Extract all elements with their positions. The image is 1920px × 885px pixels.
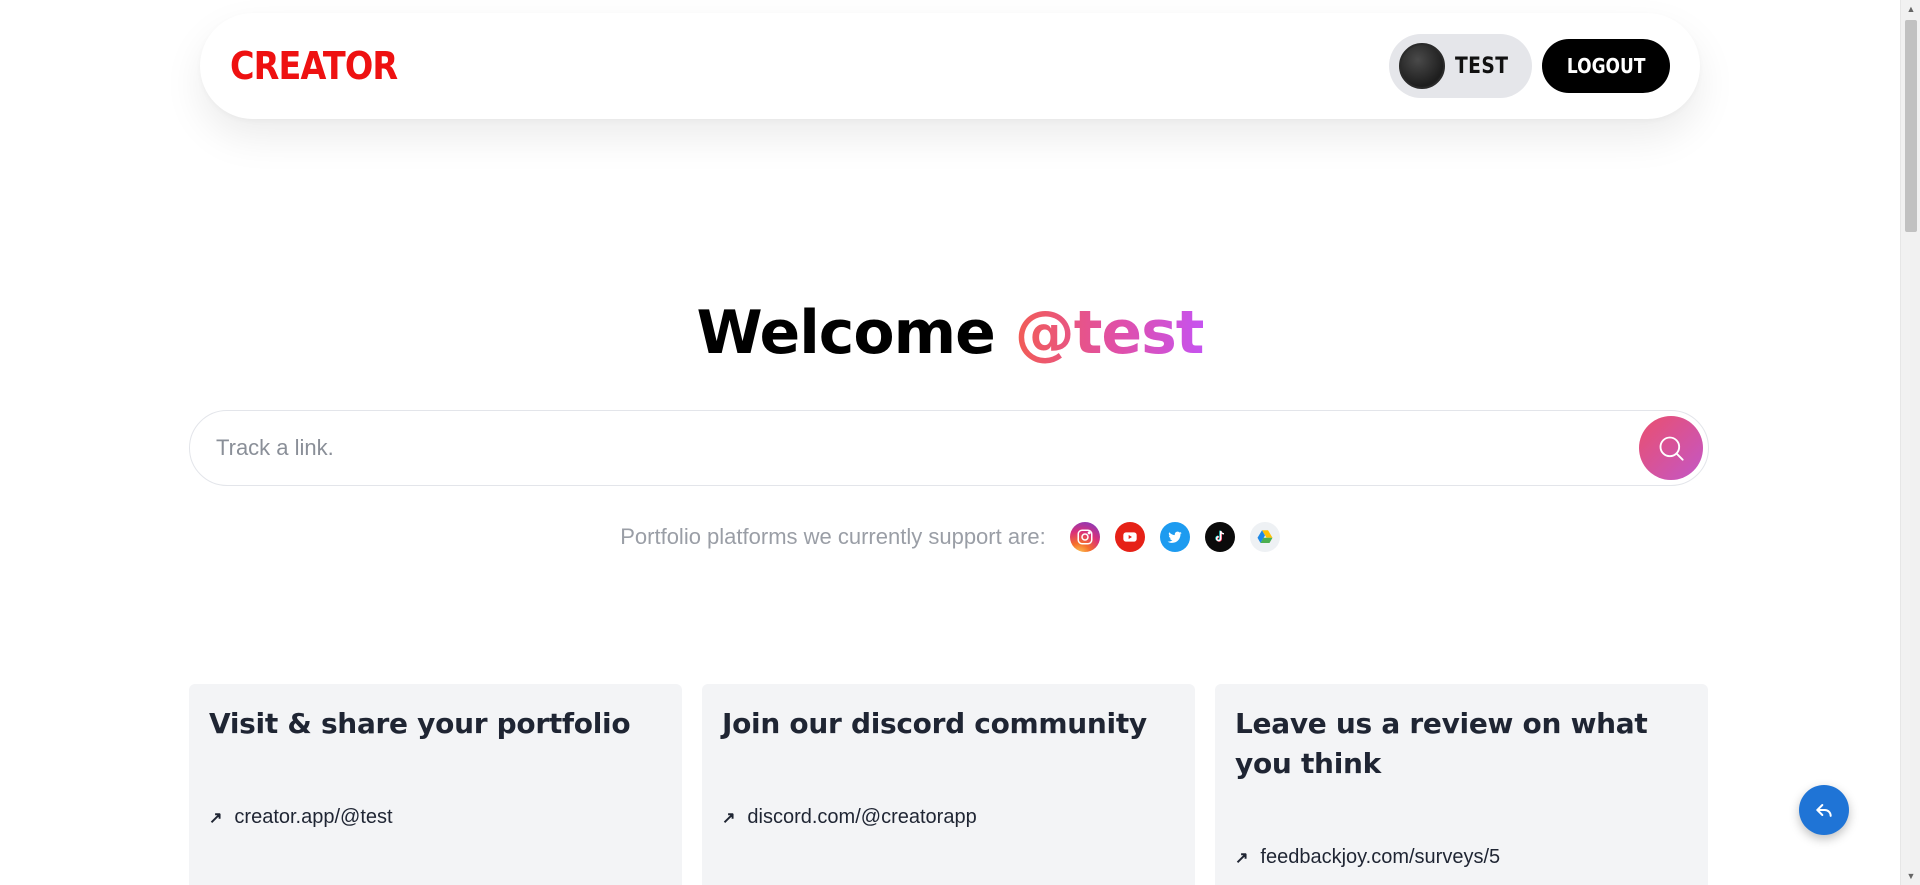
- platforms-label: Portfolio platforms we currently support…: [620, 524, 1046, 549]
- portfolio-card: Visit & share your portfolio ↗ creator.a…: [189, 684, 682, 885]
- page-scrollbar[interactable]: ▲ ▼: [1900, 0, 1920, 885]
- twitter-icon[interactable]: [1159, 522, 1190, 552]
- search-button[interactable]: [1639, 416, 1703, 480]
- review-card: Leave us a review on what you think ↗ fe…: [1215, 684, 1708, 885]
- logout-label: LOGOUT: [1566, 54, 1646, 78]
- instagram-icon[interactable]: [1069, 522, 1100, 552]
- feedback-fab[interactable]: [1799, 785, 1849, 835]
- card-title: Join our discord community: [722, 707, 1147, 740]
- scroll-thumb[interactable]: [1905, 20, 1917, 232]
- review-link[interactable]: ↗ feedbackjoy.com/surveys/5: [1235, 846, 1500, 869]
- platform-icons: [1069, 522, 1280, 552]
- external-arrow-icon: ↗: [722, 809, 736, 827]
- nav-actions: TEST LOGOUT: [1388, 34, 1670, 98]
- google-drive-icon[interactable]: [1249, 522, 1280, 552]
- user-profile-chip[interactable]: TEST: [1388, 34, 1532, 98]
- card-title: Visit & share your portfolio: [209, 707, 631, 740]
- brand-logo[interactable]: CREATOR: [230, 44, 398, 88]
- discord-link[interactable]: ↗ discord.com/@creatorapp: [722, 806, 977, 829]
- external-arrow-icon: ↗: [209, 809, 223, 827]
- page-title: Welcome @test: [0, 298, 1900, 368]
- avatar: [1398, 43, 1445, 89]
- supported-platforms: Portfolio platforms we currently support…: [0, 522, 1900, 552]
- track-link-search: [189, 410, 1709, 486]
- card-link-text: creator.app/@test: [234, 806, 393, 828]
- track-link-input[interactable]: [216, 435, 1639, 461]
- card-link-text: discord.com/@creatorapp: [747, 806, 977, 828]
- card-link-text: feedbackjoy.com/surveys/5: [1260, 846, 1501, 868]
- external-arrow-icon: ↗: [1235, 849, 1249, 867]
- card-title: Leave us a review on what you think: [1235, 707, 1648, 780]
- user-handle: @test: [1014, 298, 1205, 368]
- youtube-icon[interactable]: [1114, 522, 1145, 552]
- welcome-text: Welcome: [696, 298, 996, 368]
- search-icon: [1659, 436, 1684, 461]
- scroll-down-arrow[interactable]: ▼: [1901, 867, 1920, 885]
- discord-card: Join our discord community ↗ discord.com…: [702, 684, 1195, 885]
- scroll-up-arrow[interactable]: ▲: [1901, 0, 1920, 18]
- reply-icon: [1816, 804, 1832, 817]
- logout-button[interactable]: LOGOUT: [1541, 39, 1670, 93]
- user-name: TEST: [1454, 53, 1509, 79]
- navbar: CREATOR TEST LOGOUT: [200, 13, 1700, 119]
- tiktok-icon[interactable]: [1204, 522, 1235, 552]
- portfolio-link[interactable]: ↗ creator.app/@test: [209, 806, 393, 829]
